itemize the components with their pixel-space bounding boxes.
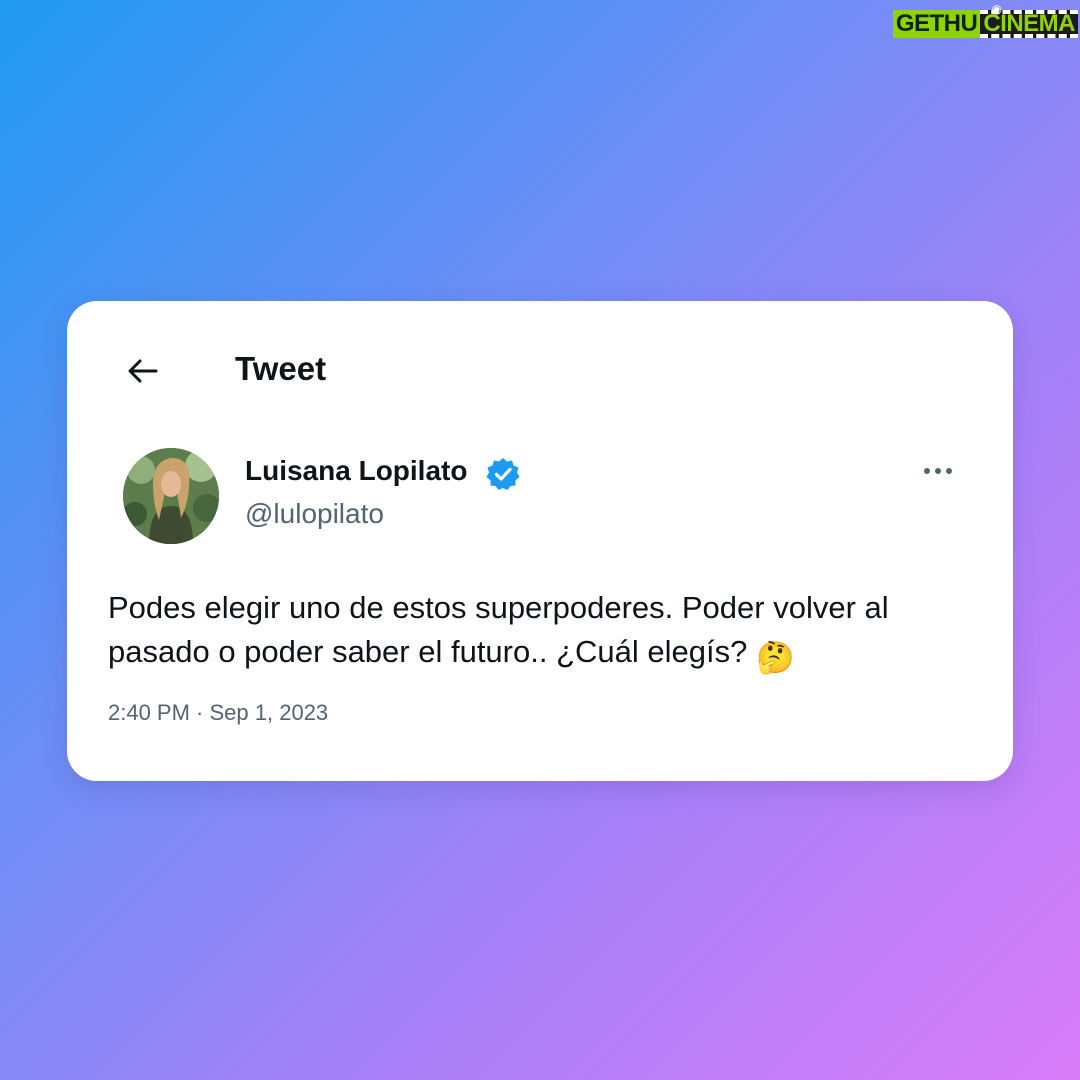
tweet-time: 2:40 PM [108, 700, 190, 725]
thinking-face-emoji: 🤔 [755, 640, 795, 675]
timestamp-separator: · [189, 700, 210, 725]
tweet-text: Podes elegir uno de estos superpoderes. … [108, 586, 988, 680]
page: { "watermark": { "part_a": "GETHU", "par… [0, 0, 1080, 1080]
author-name[interactable]: Luisana Lopilato [245, 455, 467, 487]
avatar-image [123, 448, 219, 544]
watermark-logo: ◉ GETHU CINEMA [892, 2, 1078, 44]
more-horizontal-icon[interactable] [921, 459, 955, 483]
arrow-left-icon[interactable] [125, 355, 161, 387]
tweet-timestamp[interactable]: 2:40 PM · Sep 1, 2023 [108, 700, 328, 726]
watermark-part-a: GETHU [892, 10, 981, 38]
tweet-date: Sep 1, 2023 [209, 700, 329, 725]
author-handle[interactable]: @lulopilato [245, 498, 384, 530]
tweet-card: Tweet Luisana Lopilato @lulopilato Podes… [67, 301, 1013, 781]
camera-icon: ◉ [991, 2, 1002, 16]
avatar[interactable] [123, 448, 219, 544]
page-title: Tweet [235, 350, 327, 387]
verified-badge-icon [486, 458, 520, 490]
